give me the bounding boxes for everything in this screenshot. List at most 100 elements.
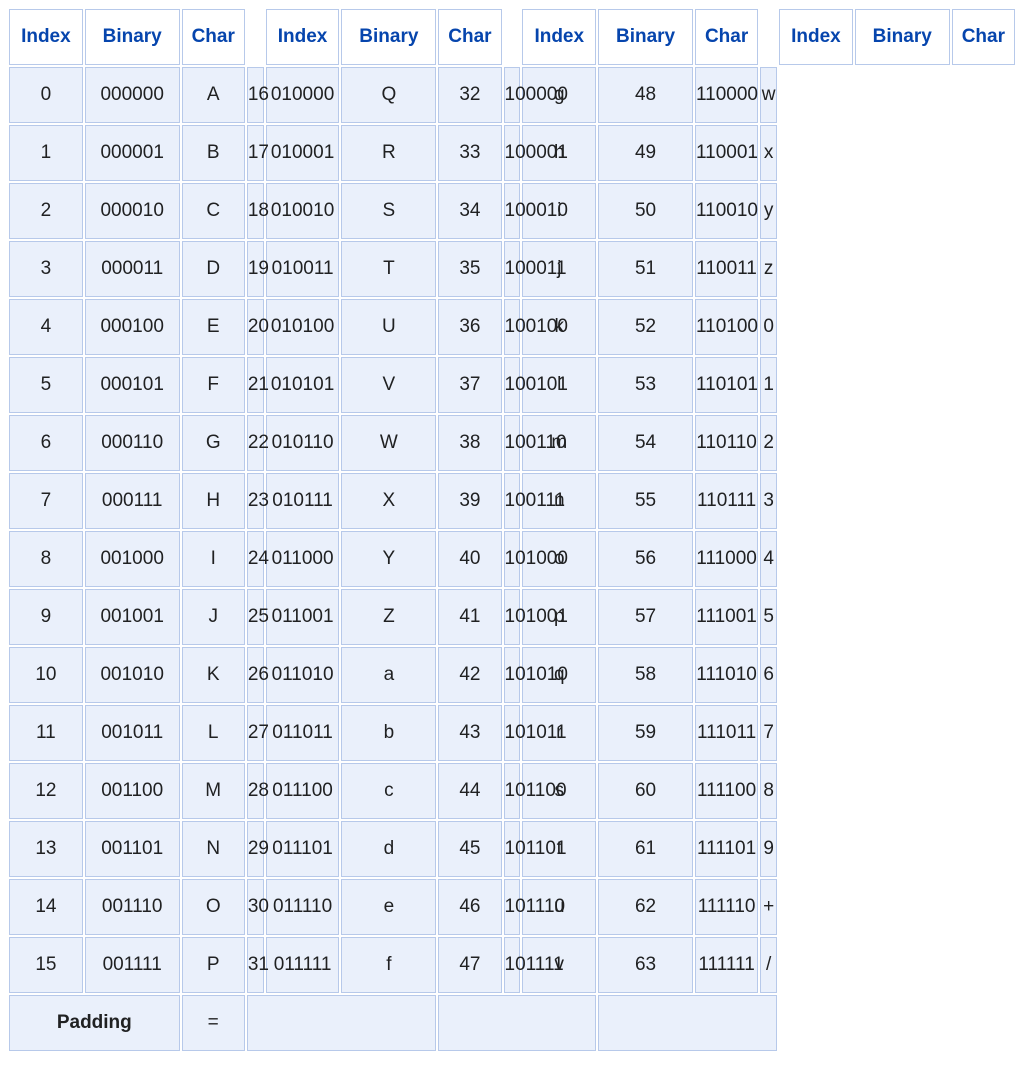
- cell-binary: 010110: [266, 415, 340, 471]
- cell-index: 31: [247, 937, 264, 993]
- cell-binary: 110110: [695, 415, 758, 471]
- cell-index: 39: [438, 473, 501, 529]
- cell-index: 59: [598, 705, 693, 761]
- cell-index: 36: [438, 299, 501, 355]
- cell-char: f: [341, 937, 436, 993]
- header-char: Char: [952, 9, 1015, 65]
- cell-index: 56: [598, 531, 693, 587]
- cell-char: O: [182, 879, 245, 935]
- table-row: 5 000101 F 21 010101 V 37 100101 l 53 11…: [9, 357, 1015, 413]
- cell-char: D: [182, 241, 245, 297]
- header-index: Index: [779, 9, 853, 65]
- cell-index: 23: [247, 473, 264, 529]
- cell-char: J: [182, 589, 245, 645]
- cell-index: 52: [598, 299, 693, 355]
- cell-index: 5: [9, 357, 83, 413]
- cell-index: 55: [598, 473, 693, 529]
- cell-char: B: [182, 125, 245, 181]
- cell-binary: 101011: [504, 705, 521, 761]
- table-row: 6 000110 G 22 010110 W 38 100110 m 54 11…: [9, 415, 1015, 471]
- header-char: Char: [182, 9, 245, 65]
- cell-index: 24: [247, 531, 264, 587]
- cell-binary: 001010: [85, 647, 180, 703]
- cell-binary: 111011: [695, 705, 758, 761]
- table-row: 2 000010 C 18 010010 S 34 100010 i 50 11…: [9, 183, 1015, 239]
- cell-index: 47: [438, 937, 501, 993]
- cell-index: 48: [598, 67, 693, 123]
- cell-binary: 001011: [85, 705, 180, 761]
- cell-binary: 100001: [504, 125, 521, 181]
- padding-label: Padding: [9, 995, 180, 1051]
- cell-index: 15: [9, 937, 83, 993]
- cell-index: 53: [598, 357, 693, 413]
- cell-binary: 111100: [695, 763, 758, 819]
- cell-char: E: [182, 299, 245, 355]
- cell-char: F: [182, 357, 245, 413]
- cell-binary: 111111: [695, 937, 758, 993]
- cell-char: W: [341, 415, 436, 471]
- cell-binary: 011001: [266, 589, 340, 645]
- cell-index: 25: [247, 589, 264, 645]
- table-row: 4 000100 E 20 010100 U 36 100100 k 52 11…: [9, 299, 1015, 355]
- cell-char: G: [182, 415, 245, 471]
- cell-char: 6: [760, 647, 777, 703]
- cell-binary: 110010: [695, 183, 758, 239]
- cell-char: 2: [760, 415, 777, 471]
- cell-binary: 001000: [85, 531, 180, 587]
- cell-binary: 001110: [85, 879, 180, 935]
- table-row: 7 000111 H 23 010111 X 39 100111 n 55 11…: [9, 473, 1015, 529]
- table-row: 13 001101 N 29 011101 d 45 101101 t 61 1…: [9, 821, 1015, 877]
- cell-index: 14: [9, 879, 83, 935]
- cell-char: I: [182, 531, 245, 587]
- cell-index: 40: [438, 531, 501, 587]
- table-body: 0 000000 A 16 010000 Q 32 100000 g 48 11…: [9, 67, 1015, 1051]
- cell-char: 1: [760, 357, 777, 413]
- table-row: 3 000011 D 19 010011 T 35 100011 j 51 11…: [9, 241, 1015, 297]
- cell-char: Z: [341, 589, 436, 645]
- padding-blank: [598, 995, 777, 1051]
- cell-char: c: [341, 763, 436, 819]
- cell-char: R: [341, 125, 436, 181]
- cell-index: 30: [247, 879, 264, 935]
- cell-index: 61: [598, 821, 693, 877]
- cell-char: V: [341, 357, 436, 413]
- cell-index: 3: [9, 241, 83, 297]
- cell-binary: 011101: [266, 821, 340, 877]
- cell-char: N: [182, 821, 245, 877]
- cell-index: 10: [9, 647, 83, 703]
- table-row: 0 000000 A 16 010000 Q 32 100000 g 48 11…: [9, 67, 1015, 123]
- cell-char: U: [341, 299, 436, 355]
- cell-binary: 111001: [695, 589, 758, 645]
- cell-char: C: [182, 183, 245, 239]
- cell-char: S: [341, 183, 436, 239]
- cell-index: 60: [598, 763, 693, 819]
- cell-index: 37: [438, 357, 501, 413]
- cell-index: 32: [438, 67, 501, 123]
- cell-char: a: [341, 647, 436, 703]
- cell-binary: 110011: [695, 241, 758, 297]
- cell-binary: 100100: [504, 299, 521, 355]
- cell-index: 13: [9, 821, 83, 877]
- cell-binary: 000101: [85, 357, 180, 413]
- cell-binary: 011011: [266, 705, 340, 761]
- cell-index: 7: [9, 473, 83, 529]
- cell-char: M: [182, 763, 245, 819]
- cell-binary: 100011: [504, 241, 521, 297]
- cell-binary: 000011: [85, 241, 180, 297]
- cell-binary: 110111: [695, 473, 758, 529]
- table-row: 11 001011 L 27 011011 b 43 101011 r 59 1…: [9, 705, 1015, 761]
- cell-char: 3: [760, 473, 777, 529]
- cell-binary: 011010: [266, 647, 340, 703]
- header-binary: Binary: [341, 9, 436, 65]
- cell-binary: 001001: [85, 589, 180, 645]
- cell-index: 4: [9, 299, 83, 355]
- header-binary: Binary: [598, 9, 693, 65]
- cell-index: 16: [247, 67, 264, 123]
- cell-binary: 001111: [85, 937, 180, 993]
- cell-char: d: [341, 821, 436, 877]
- cell-index: 2: [9, 183, 83, 239]
- cell-char: b: [341, 705, 436, 761]
- header-char: Char: [438, 9, 501, 65]
- column-spacer: [247, 9, 264, 65]
- cell-index: 17: [247, 125, 264, 181]
